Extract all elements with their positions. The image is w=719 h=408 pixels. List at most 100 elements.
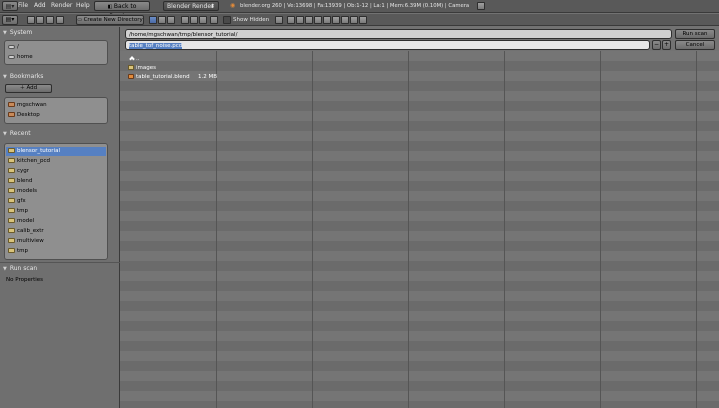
recent-item[interactable]: model — [8, 217, 34, 226]
file-row-blend[interactable]: table_tutorial.blend 1.2 MB — [128, 72, 218, 82]
file-list-stripe — [120, 241, 719, 251]
column-separator — [216, 51, 217, 408]
decrement-filename-button[interactable]: − — [652, 40, 661, 50]
filter-sounds-icon[interactable] — [341, 16, 349, 24]
parent-dir-icon[interactable] — [46, 16, 54, 24]
system-panel-header[interactable]: ▼ System — [3, 28, 32, 37]
recent-item[interactable]: blensor_tutorial — [6, 147, 106, 156]
file-list-stripe — [120, 281, 719, 291]
system-item-label: / — [17, 44, 19, 50]
recent-item[interactable]: calib_extr — [8, 227, 44, 236]
parent-dir-icon — [129, 56, 135, 62]
file-name: .. — [136, 56, 140, 62]
bookmark-icon — [8, 102, 15, 107]
sort-time-icon[interactable] — [199, 16, 207, 24]
sort-alpha-icon[interactable] — [181, 16, 189, 24]
filter-fonts-icon[interactable] — [332, 16, 340, 24]
render-engine-select[interactable]: Blender Render ⬍ — [163, 1, 219, 11]
recent-item[interactable]: gfx — [8, 197, 26, 206]
column-separator — [504, 51, 505, 408]
file-list-stripe — [120, 101, 719, 111]
filter-blend-icon[interactable] — [296, 16, 304, 24]
header-bar: ▤▾ File Add Render Help ◧ Back to Previo… — [0, 0, 719, 20]
back-to-previous-button[interactable]: ◧ Back to Previous — [94, 1, 150, 20]
folder-icon — [8, 228, 15, 233]
bookmarks-panel-header[interactable]: ▼ Bookmarks — [3, 72, 43, 81]
add-bookmark-button[interactable]: ＋ Add — [5, 84, 52, 93]
file-list-stripe — [120, 51, 719, 61]
refresh-icon[interactable] — [56, 16, 64, 24]
filter-images-icon[interactable] — [305, 16, 313, 24]
filter-text-icon[interactable] — [350, 16, 358, 24]
display-detailed-list-icon[interactable] — [158, 16, 166, 24]
folder-icon — [8, 238, 15, 243]
sort-ext-icon[interactable] — [190, 16, 198, 24]
toolbar-editor-type-button[interactable]: ▤▾ — [2, 15, 18, 25]
editor-type-button[interactable]: ▤▾ — [2, 1, 18, 11]
recent-item[interactable]: models — [8, 187, 37, 196]
file-list-stripe — [120, 131, 719, 141]
recent-panel-header[interactable]: ▼ Recent — [3, 129, 31, 138]
column-separator — [408, 51, 409, 408]
bookmark-item-desktop[interactable]: Desktop — [8, 111, 40, 120]
column-separator — [696, 51, 697, 408]
sort-size-icon[interactable] — [210, 16, 218, 24]
display-short-list-icon[interactable] — [149, 16, 157, 24]
menu-file[interactable]: File — [18, 1, 28, 11]
bookmarks-list: mgschwan Desktop — [4, 97, 108, 124]
disclosure-triangle-icon: ▼ — [3, 266, 7, 272]
file-name: images — [136, 65, 156, 71]
path-bar: /home/mgschwan/tmp/blensor_tutorial/ Run… — [120, 27, 719, 51]
filter-other-icon[interactable] — [359, 16, 367, 24]
show-hidden-checkbox[interactable] — [223, 16, 231, 24]
recent-item[interactable]: kitchen_pcd — [8, 157, 50, 166]
run-scan-panel-header[interactable]: ▼ Run scan — [3, 264, 37, 273]
recent-item[interactable]: blend — [8, 177, 32, 186]
disclosure-triangle-icon: ▼ — [3, 74, 7, 80]
minus-icon: − — [653, 41, 660, 48]
folder-icon — [8, 188, 15, 193]
menu-add[interactable]: Add — [34, 1, 46, 11]
filename-field[interactable]: table_tof_noise.pcd — [125, 40, 650, 50]
filter-scripts-icon[interactable] — [323, 16, 331, 24]
bookmark-item-mgschwan[interactable]: mgschwan — [8, 101, 47, 110]
bookmarks-title: Bookmarks — [9, 73, 44, 80]
menu-help[interactable]: Help — [76, 1, 90, 11]
file-list-stripe — [120, 231, 719, 241]
file-browser-icon: ▤▾ — [5, 3, 15, 10]
recent-item[interactable]: multiview — [8, 237, 44, 246]
system-item-home[interactable]: home — [8, 53, 33, 62]
system-list: / home — [4, 40, 108, 65]
display-thumbnails-icon[interactable] — [167, 16, 175, 24]
menu-render[interactable]: Render — [51, 1, 72, 11]
recent-item-label: multiview — [17, 238, 44, 244]
directory-path-field[interactable]: /home/mgschwan/tmp/blensor_tutorial/ — [125, 29, 672, 39]
filter-folders-icon[interactable] — [287, 16, 295, 24]
create-new-directory-label: Create New Directory — [83, 17, 143, 23]
recent-item[interactable]: cygr — [8, 167, 29, 176]
file-list-stripe — [120, 191, 719, 201]
blender-logo-icon: ◉ — [230, 2, 236, 9]
file-list-stripe — [120, 91, 719, 101]
recent-item[interactable]: tmp — [8, 207, 28, 216]
folder-icon — [8, 178, 15, 183]
fullscreen-icon[interactable] — [477, 2, 485, 10]
create-new-directory-button[interactable]: ▭ Create New Directory — [76, 15, 144, 25]
cancel-button[interactable]: Cancel — [675, 40, 715, 50]
filter-icon[interactable] — [275, 16, 283, 24]
back-arrow-icon[interactable] — [27, 16, 35, 24]
file-list-stripe — [120, 271, 719, 281]
recent-list: blensor_tutorial kitchen_pcd cygr blend … — [4, 143, 108, 260]
recent-item[interactable]: tmp — [8, 247, 28, 256]
file-list-stripe — [120, 291, 719, 301]
recent-item-label: models — [17, 188, 37, 194]
file-list-stripe — [120, 261, 719, 271]
run-scan-button[interactable]: Run scan — [675, 29, 715, 39]
system-item-root[interactable]: / — [8, 43, 19, 52]
filter-movies-icon[interactable] — [314, 16, 322, 24]
column-separator — [600, 51, 601, 408]
increment-filename-button[interactable]: + — [662, 40, 671, 50]
folder-icon — [8, 158, 15, 163]
forward-arrow-icon[interactable] — [36, 16, 44, 24]
show-hidden-label: Show Hidden — [233, 17, 270, 23]
